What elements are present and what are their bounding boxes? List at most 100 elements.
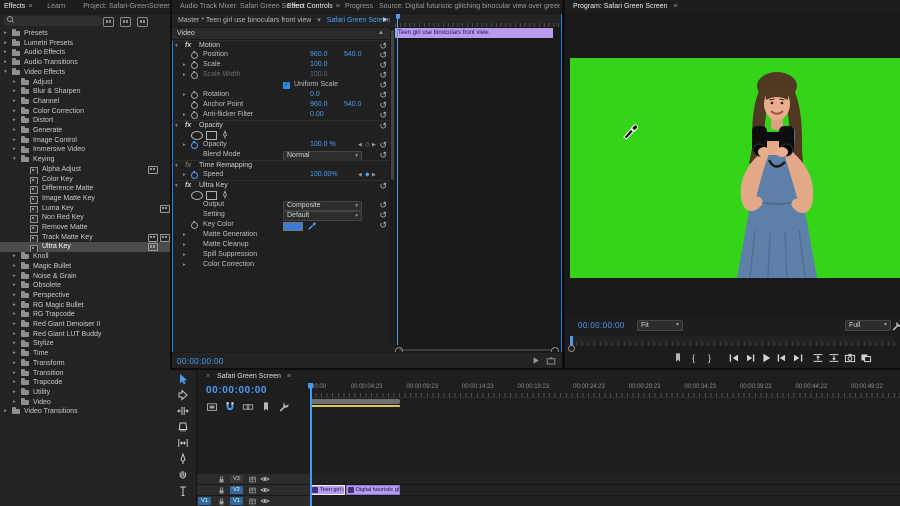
- effects-search-box[interactable]: [3, 16, 103, 26]
- comparison-view-button[interactable]: [860, 352, 872, 364]
- dropdown-blend-mode[interactable]: Normal▾: [283, 151, 362, 161]
- ec-mini-playhead[interactable]: [397, 14, 398, 345]
- tree-item-keying[interactable]: ▾Keying: [0, 155, 170, 165]
- effects-tab-learn[interactable]: Learn: [47, 0, 65, 13]
- twirl-icon[interactable]: ▸: [183, 240, 186, 250]
- twirl-icon[interactable]: ▸: [13, 301, 16, 311]
- reset-parameter-icon[interactable]: ↺: [379, 210, 387, 220]
- stopwatch-icon[interactable]: [191, 72, 198, 79]
- nest-toggle-icon[interactable]: [206, 401, 218, 413]
- ec-tab-audio-track-mixer[interactable]: Audio Track Mixer: Safari Green Screen: [180, 0, 304, 13]
- twirl-icon[interactable]: ▸: [183, 90, 186, 100]
- ec-vertical-scrollbar[interactable]: [390, 28, 394, 345]
- ripple-edit-tool[interactable]: [177, 405, 189, 417]
- tree-item-knoll[interactable]: ▸Knoll: [0, 252, 170, 262]
- stopwatch-icon[interactable]: [191, 112, 198, 119]
- ec-mini-clip[interactable]: Teen girl use binoculars front view.: [395, 28, 553, 38]
- stopwatch-icon[interactable]: [191, 142, 198, 149]
- section-label[interactable]: Matte Cleanup: [203, 240, 249, 250]
- tree-item-video-effects[interactable]: ▾Video Effects: [0, 68, 170, 78]
- sync-lock-icon[interactable]: [248, 486, 257, 497]
- twirl-icon[interactable]: ▸: [13, 398, 16, 408]
- rect-mask-icon[interactable]: [206, 191, 217, 200]
- twirl-icon[interactable]: ▸: [13, 262, 16, 272]
- tree-item-alpha-adjust[interactable]: Alpha Adjust: [0, 165, 170, 175]
- hand-tool[interactable]: [177, 469, 189, 481]
- program-timecode[interactable]: 00:00:00:00: [578, 321, 625, 330]
- tree-item-ultra-key[interactable]: Ultra Key: [0, 242, 170, 252]
- track-lock-icon[interactable]: [217, 475, 226, 486]
- tree-item-audio-transitions[interactable]: ▸Audio Transitions: [0, 58, 170, 68]
- twirl-icon[interactable]: ▾: [13, 155, 16, 165]
- parameter-value[interactable]: 960.0: [310, 50, 328, 60]
- 32bit-color-filter-icon[interactable]: [120, 17, 131, 27]
- linked-selection-toggle-icon[interactable]: [242, 401, 254, 413]
- reset-parameter-icon[interactable]: ↺: [379, 80, 387, 90]
- twirl-icon[interactable]: ▸: [13, 369, 16, 379]
- lift-button[interactable]: [812, 352, 824, 364]
- tree-item-presets[interactable]: ▸Presets: [0, 29, 170, 39]
- twirl-icon[interactable]: ▸: [13, 145, 16, 155]
- twirl-icon[interactable]: ▸: [13, 136, 16, 146]
- stopwatch-icon[interactable]: [191, 222, 198, 229]
- pen-tool[interactable]: [177, 453, 189, 465]
- tree-item-noise-grain[interactable]: ▸Noise & Grain: [0, 272, 170, 282]
- prev-keyframe-icon[interactable]: ◀: [358, 170, 362, 180]
- snap-toggle-icon[interactable]: [224, 401, 236, 413]
- twirl-icon[interactable]: ▸: [13, 349, 16, 359]
- ec-timecode[interactable]: 00:00:00:00: [177, 357, 224, 366]
- play-icon[interactable]: [531, 356, 540, 367]
- tree-item-transform[interactable]: ▸Transform: [0, 359, 170, 369]
- twirl-icon[interactable]: ▸: [4, 407, 7, 417]
- reset-parameter-icon[interactable]: ↺: [379, 60, 387, 70]
- program-settings-wrench-icon[interactable]: [891, 320, 900, 332]
- twirl-icon[interactable]: ▸: [4, 29, 7, 39]
- go-to-in-button[interactable]: [728, 352, 740, 364]
- stopwatch-icon[interactable]: [191, 52, 198, 59]
- panel-menu-icon[interactable]: ≡: [336, 3, 340, 10]
- twirl-icon[interactable]: ▸: [183, 230, 186, 240]
- reset-parameter-icon[interactable]: ↺: [379, 140, 387, 150]
- twirl-icon[interactable]: ▸: [183, 140, 186, 150]
- tree-item-stylize[interactable]: ▸Stylize: [0, 339, 170, 349]
- tree-item-channel[interactable]: ▸Channel: [0, 97, 170, 107]
- parameter-value[interactable]: 540.0: [344, 50, 362, 60]
- twirl-icon[interactable]: ▸: [183, 110, 186, 120]
- timeline-clip-digital-futuristic-glit[interactable]: Digital futuristic glit: [346, 485, 400, 495]
- twirl-icon[interactable]: ▸: [13, 87, 16, 97]
- twirl-icon[interactable]: ▸: [13, 339, 16, 349]
- tree-item-remove-matte[interactable]: Remove Matte: [0, 223, 170, 233]
- mark-in-button[interactable]: {: [692, 352, 704, 364]
- reset-parameter-icon[interactable]: ↺: [379, 220, 387, 230]
- prev-keyframe-icon[interactable]: ◀: [358, 140, 362, 150]
- export-frame-icon[interactable]: [546, 356, 556, 368]
- timeline-clip-teen-girl-u[interactable]: Teen girl u: [310, 485, 345, 495]
- track-lane-v1[interactable]: [310, 496, 900, 506]
- twirl-icon[interactable]: ▾: [4, 68, 7, 78]
- close-icon[interactable]: ×: [206, 373, 210, 380]
- program-resolution-select[interactable]: Full▾: [845, 320, 891, 331]
- tree-item-red-giant-lut-buddy[interactable]: ▸Red Giant LUT Buddy: [0, 330, 170, 340]
- ec-clip-nav-arrow-icon[interactable]: ▶: [383, 14, 388, 27]
- twirl-icon[interactable]: ▸: [4, 58, 7, 68]
- tree-item-red-giant-denoiser-ii[interactable]: ▸Red Giant Denoiser II: [0, 320, 170, 330]
- parameter-value[interactable]: 0.0: [310, 90, 320, 100]
- parameter-value[interactable]: 100.0 %: [310, 140, 336, 150]
- twirl-icon[interactable]: ▸: [4, 39, 7, 49]
- ec-master-label[interactable]: Master * Teen girl use binoculars front …: [178, 17, 311, 24]
- panel-menu-icon[interactable]: ≡: [28, 3, 32, 10]
- tree-item-utility[interactable]: ▸Utility: [0, 388, 170, 398]
- uniform-scale-checkbox[interactable]: ✓: [283, 82, 290, 89]
- tree-item-time[interactable]: ▸Time: [0, 349, 170, 359]
- tree-item-blur-sharpen[interactable]: ▸Blur & Sharpen: [0, 87, 170, 97]
- twirl-icon[interactable]: ▸: [13, 330, 16, 340]
- tree-item-image-matte-key[interactable]: Image Matte Key: [0, 194, 170, 204]
- go-to-out-button[interactable]: [792, 352, 804, 364]
- track-target-v1[interactable]: V1: [230, 497, 243, 505]
- tree-item-transition[interactable]: ▸Transition: [0, 369, 170, 379]
- tree-item-immersive-video[interactable]: ▸Immersive Video: [0, 145, 170, 155]
- reset-parameter-icon[interactable]: ↺: [379, 90, 387, 100]
- twirl-icon[interactable]: ▸: [183, 70, 186, 80]
- track-target-v2[interactable]: V2: [230, 486, 243, 494]
- track-select-forward-tool[interactable]: [177, 389, 189, 401]
